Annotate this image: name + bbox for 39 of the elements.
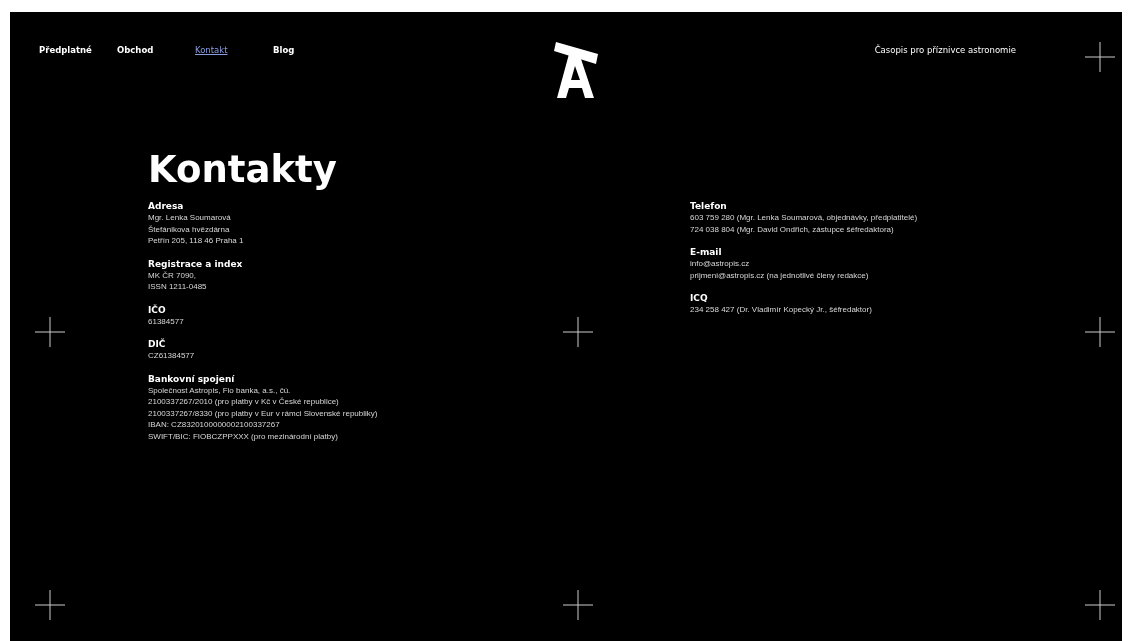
crosshair-icon — [563, 317, 593, 347]
tagline: Časopis pro příznivce astronomie — [874, 43, 1016, 55]
nav-link[interactable]: Blog — [273, 45, 351, 55]
section-heading: Adresa — [148, 200, 185, 212]
logo-icon[interactable] — [553, 42, 598, 98]
section-heading: IČO — [148, 303, 167, 316]
crosshair-icon — [1085, 590, 1115, 620]
contact-line: CZ61384577 — [148, 350, 196, 362]
contact-line: MK ČR 7090, — [148, 269, 198, 281]
contact-line: Mgr. Lenka Soumarová — [148, 212, 232, 224]
section-heading: DIČ — [148, 338, 167, 350]
nav-link[interactable]: Obchod — [117, 45, 195, 55]
section-heading: E-mail — [690, 246, 723, 258]
contact-line: IBAN: CZ8320100000002100337267 — [148, 419, 281, 431]
contact-line: Petřín 205, 118 46 Praha 1 — [148, 235, 245, 247]
nav-link[interactable]: Kontakt — [195, 45, 273, 55]
contact-line: Štefánikova hvězdárna — [148, 223, 231, 235]
section-heading: ICQ — [690, 292, 709, 304]
contact-line: Společnost Astropis, Fio banka, a.s., čú. — [148, 384, 292, 396]
contact-line: 2100337267/8330 (pro platby v Eur v rámci Slovenské republiky) — [148, 407, 379, 419]
crosshair-icon — [563, 590, 593, 620]
contact-line: prijmeni@astropis.cz (na jednotlivé členy redakce) — [690, 269, 870, 281]
contact-line: SWIFT/BIC: FIOBCZPPXXX (pro mezinárodní platby) — [148, 430, 339, 442]
crosshair-icon — [1085, 42, 1115, 72]
crosshair-icon — [35, 590, 65, 620]
contact-line: 2100337267/2010 (pro platby v Kč v České republice) — [148, 396, 340, 408]
contact-line: 234 258 427 (Dr. Vladimír Kopecký Jr., šéfredaktor) — [690, 304, 873, 316]
page-title: Kontakty — [148, 148, 337, 192]
section-heading: Telefon — [690, 200, 728, 212]
contact-line: 61384577 — [148, 315, 185, 327]
nav-link[interactable]: Předplatné — [39, 45, 117, 55]
section-heading: Registrace a index — [148, 257, 244, 270]
contact-line: ISSN 1211-0485 — [148, 281, 208, 293]
contact-line: info@astropis.cz — [690, 258, 751, 270]
section-heading: Bankovní spojení — [148, 372, 236, 385]
crosshair-icon — [1085, 317, 1115, 347]
contact-line: 603 759 280 (Mgr. Lenka Soumarová, objednávky, předplatitelé) — [690, 212, 919, 224]
contact-line: 724 038 804 (Mgr. David Ondřich, zástupce šéfredaktora) — [690, 223, 895, 235]
crosshair-icon — [35, 317, 65, 347]
